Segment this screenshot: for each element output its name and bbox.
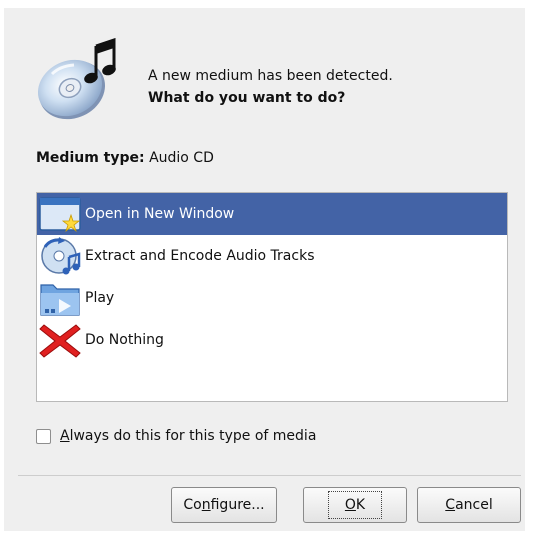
mnemonic-char: O (344, 497, 356, 513)
list-item-label: Open in New Window (85, 206, 235, 222)
medium-type-label: Medium type: (36, 150, 145, 166)
message-line-detected: A new medium has been detected. (148, 68, 393, 84)
label-text: lways do this for this type of media (69, 428, 317, 444)
list-item-extract-encode[interactable]: Extract and Encode Audio Tracks (37, 235, 507, 277)
message-line-question: What do you want to do? (148, 90, 346, 106)
red-x-icon (37, 319, 83, 361)
always-checkbox[interactable] (36, 428, 51, 444)
action-list[interactable]: Open in New Window Extract and Encode Au… (36, 192, 508, 402)
mnemonic-char: C (445, 497, 456, 513)
medium-type-value: Audio CD (149, 150, 214, 166)
dialog-header: A new medium has been detected. What do … (34, 37, 514, 128)
always-checkbox-label[interactable]: Always do this for this type of media (60, 428, 316, 444)
list-item-open-new-window[interactable]: Open in New Window (37, 193, 507, 235)
mnemonic-char: n (201, 497, 211, 513)
cancel-button[interactable]: Cancel (417, 487, 521, 523)
button-text: ancel (455, 497, 493, 513)
button-separator (18, 475, 521, 476)
audio-cd-icon (34, 37, 126, 128)
button-text: K (355, 497, 366, 513)
always-do-this-row[interactable]: Always do this for this type of media (36, 428, 316, 444)
focus-ring: OK (327, 491, 383, 519)
configure-button[interactable]: Co n figure... (171, 487, 277, 523)
open-window-icon (37, 193, 83, 235)
medium-type-row: Medium type: Audio CD (36, 150, 214, 166)
button-text: Co (183, 497, 202, 513)
audio-extract-icon (37, 235, 83, 277)
list-item-label: Extract and Encode Audio Tracks (85, 248, 315, 264)
medium-detected-dialog: A new medium has been detected. What do … (4, 8, 525, 531)
list-item-play[interactable]: Play (37, 277, 507, 319)
button-text: figure... (210, 497, 265, 513)
play-folder-icon (37, 277, 83, 319)
list-item-label: Do Nothing (85, 332, 164, 348)
list-item-label: Play (85, 290, 115, 306)
mnemonic-char: A (60, 428, 70, 444)
list-item-do-nothing[interactable]: Do Nothing (37, 319, 507, 361)
ok-button[interactable]: OK (303, 487, 407, 523)
dialog-message: A new medium has been detected. What do … (148, 65, 393, 109)
